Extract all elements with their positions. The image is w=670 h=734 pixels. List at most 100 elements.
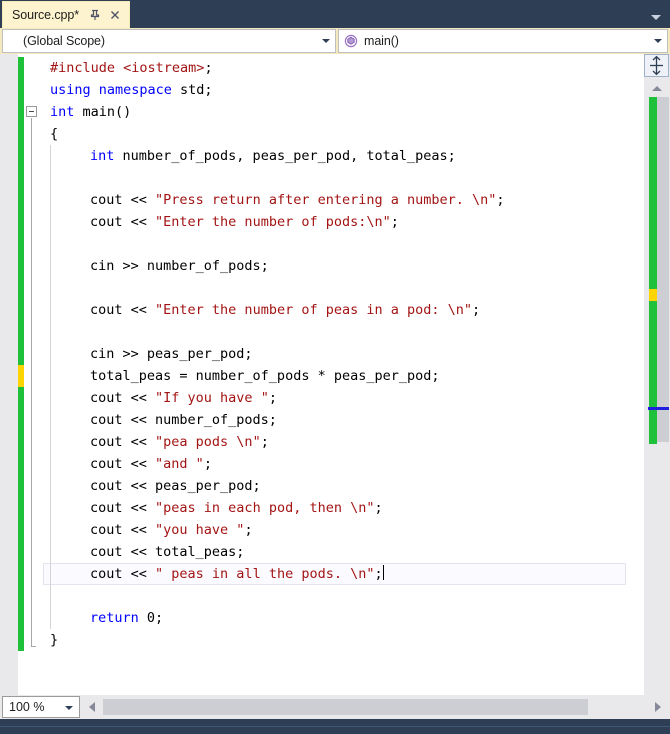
chevron-down-icon[interactable] bbox=[65, 706, 73, 710]
code-token: std; bbox=[171, 82, 213, 98]
code-line[interactable]: cout << " peas in all the pods. \n"; bbox=[90, 563, 384, 585]
code-line[interactable]: cout << "Press return after entering a n… bbox=[90, 189, 505, 211]
member-dropdown[interactable]: main() bbox=[338, 29, 668, 53]
scope-dropdown-value: (Global Scope) bbox=[23, 34, 105, 48]
code-token: cout << bbox=[90, 456, 156, 472]
code-token: "you have " bbox=[155, 522, 245, 538]
code-line[interactable]: cout << "Enter the number of pods:\n"; bbox=[90, 211, 399, 233]
pin-icon[interactable] bbox=[88, 8, 102, 22]
horizontal-scrollbar[interactable] bbox=[82, 696, 670, 718]
code-token: cin >> peas_per_pod; bbox=[90, 346, 253, 362]
code-token: cout << peas_per_pod; bbox=[90, 478, 261, 494]
code-token: cout << bbox=[90, 192, 156, 208]
code-line[interactable]: using namespace std; bbox=[50, 79, 213, 101]
change-annotation-unsaved bbox=[649, 289, 657, 301]
code-line[interactable]: cin >> number_of_pods; bbox=[90, 255, 269, 277]
text-caret bbox=[382, 565, 384, 580]
code-text-surface[interactable]: #include <iostream>; using namespace std;… bbox=[40, 54, 670, 695]
tab-strip: Source.cpp* bbox=[0, 0, 670, 28]
code-line[interactable]: cout << "and "; bbox=[90, 453, 212, 475]
method-icon bbox=[344, 34, 358, 48]
code-token: cout << total_peas; bbox=[90, 544, 245, 560]
chevron-down-icon[interactable] bbox=[654, 39, 662, 43]
outlining-margin[interactable] bbox=[24, 54, 40, 695]
scroll-up-button[interactable] bbox=[644, 79, 669, 97]
code-line[interactable]: return 0; bbox=[90, 607, 163, 629]
code-token: cout << bbox=[90, 566, 156, 582]
vertical-scrollbar[interactable] bbox=[644, 54, 670, 695]
horizontal-scroll-thumb[interactable] bbox=[103, 699, 588, 715]
zoom-level-dropdown[interactable]: 100 % bbox=[2, 696, 80, 718]
code-line[interactable]: cout << peas_per_pod; bbox=[90, 475, 261, 497]
code-line[interactable]: total_peas = number_of_pods * peas_per_p… bbox=[90, 365, 440, 387]
vertical-scroll-thumb[interactable] bbox=[657, 97, 669, 442]
code-token: using namespace bbox=[50, 82, 172, 98]
code-token: "Enter the number of peas in a pod: \n" bbox=[155, 302, 473, 318]
tab-source-cpp[interactable]: Source.cpp* bbox=[2, 1, 130, 28]
code-token: ; bbox=[244, 522, 253, 538]
code-line[interactable]: } bbox=[50, 629, 58, 651]
code-token: main() bbox=[74, 104, 132, 120]
code-token: "peas in each pod, then \n" bbox=[155, 500, 375, 516]
change-annotation-saved bbox=[649, 97, 657, 289]
code-line[interactable]: cout << "you have "; bbox=[90, 519, 253, 541]
visual-studio-editor-window: Source.cpp* (Global Scope) main() #inclu… bbox=[0, 0, 670, 734]
collapse-minus-icon[interactable] bbox=[26, 106, 37, 117]
code-token: ; bbox=[374, 500, 383, 516]
chevron-left-icon[interactable] bbox=[82, 696, 102, 718]
close-icon[interactable] bbox=[108, 8, 122, 22]
code-token: return bbox=[90, 610, 139, 626]
vertical-scroll-track[interactable] bbox=[644, 97, 669, 695]
code-editor[interactable]: #include <iostream>; using namespace std;… bbox=[0, 54, 670, 695]
code-token: cout << bbox=[90, 390, 156, 406]
code-line[interactable]: cout << "pea pods \n"; bbox=[90, 431, 269, 453]
zoom-level-value: 100 % bbox=[9, 700, 45, 714]
code-token: <iostream> bbox=[123, 60, 205, 76]
code-line[interactable]: cout << number_of_pods; bbox=[90, 409, 277, 431]
code-token: 0; bbox=[138, 610, 164, 626]
code-line[interactable]: cout << "Enter the number of peas in a p… bbox=[90, 299, 480, 321]
code-line[interactable]: cout << "peas in each pod, then \n"; bbox=[90, 497, 383, 519]
chevron-down-icon[interactable] bbox=[322, 39, 330, 43]
code-token: ; bbox=[496, 192, 505, 208]
member-dropdown-value: main() bbox=[364, 34, 399, 48]
code-token: "Enter the number of pods:\n" bbox=[155, 214, 391, 230]
code-line[interactable]: #include <iostream>; bbox=[50, 57, 213, 79]
scope-dropdown[interactable]: (Global Scope) bbox=[2, 29, 336, 53]
code-token: cout << number_of_pods; bbox=[90, 412, 277, 428]
code-token: cout << bbox=[90, 434, 156, 450]
code-token: cout << bbox=[90, 522, 156, 538]
code-token: "pea pods \n" bbox=[155, 434, 261, 450]
code-token: number_of_pods, peas_per_pod, total_peas… bbox=[114, 148, 456, 164]
code-token: ; bbox=[390, 214, 399, 230]
code-token: ; bbox=[472, 302, 481, 318]
code-token: "Press return after entering a number. \… bbox=[155, 192, 497, 208]
code-token: ; bbox=[203, 456, 212, 472]
code-line[interactable]: int main() bbox=[50, 101, 131, 123]
chrome-divider bbox=[0, 726, 670, 727]
code-line[interactable]: cout << "If you have "; bbox=[90, 387, 277, 409]
code-token: cout << bbox=[90, 302, 156, 318]
code-line[interactable]: int number_of_pods, peas_per_pod, total_… bbox=[90, 145, 456, 167]
editor-bottom-bar: 100 % bbox=[0, 695, 670, 719]
chevron-down-icon[interactable] bbox=[650, 9, 662, 20]
code-line[interactable]: { bbox=[50, 123, 58, 145]
code-token: ; bbox=[374, 566, 383, 582]
code-token: total_peas = number_of_pods * peas_per_p… bbox=[90, 368, 440, 384]
caret-position-annotation bbox=[648, 407, 669, 410]
chevron-right-icon[interactable] bbox=[648, 696, 668, 718]
code-token: #include bbox=[50, 60, 124, 76]
code-token: ; bbox=[204, 60, 213, 76]
code-line[interactable]: cout << total_peas; bbox=[90, 541, 244, 563]
code-line[interactable]: cin >> peas_per_pod; bbox=[90, 343, 253, 365]
code-token: cout << bbox=[90, 214, 156, 230]
code-token: } bbox=[50, 632, 59, 648]
indicator-margin[interactable] bbox=[0, 54, 18, 695]
code-token: " peas in all the pods. \n" bbox=[155, 566, 375, 582]
fold-region-end bbox=[31, 646, 36, 647]
code-token: cin >> number_of_pods; bbox=[90, 258, 269, 274]
change-annotation-saved bbox=[649, 301, 657, 444]
code-token: { bbox=[50, 126, 59, 142]
window-bottom-chrome bbox=[0, 719, 670, 734]
split-view-icon[interactable] bbox=[644, 54, 669, 77]
